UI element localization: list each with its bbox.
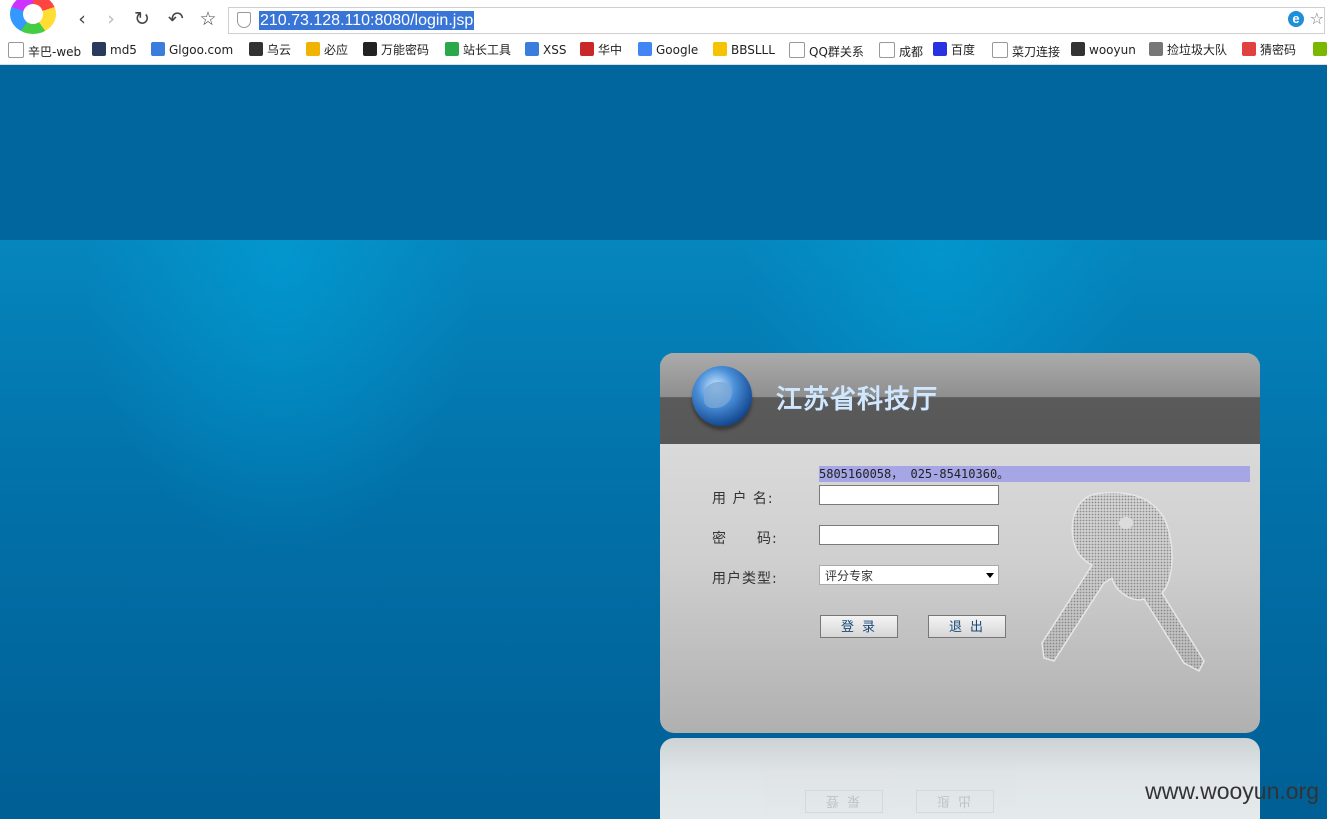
- bookmark-label: 站长工具: [463, 43, 512, 57]
- password-input[interactable]: [819, 525, 999, 545]
- bookmark-0[interactable]: 辛巴-web: [8, 42, 81, 60]
- color-blocks-icon: [1242, 42, 1256, 56]
- bookmark-label: 百度: [951, 43, 976, 57]
- reflection-exit-button: 退出: [916, 790, 994, 813]
- bbs-icon: [713, 42, 727, 56]
- bookmark-16[interactable]: 捡垃圾大队: [1149, 42, 1227, 58]
- bookmark-12[interactable]: 成都: [879, 42, 923, 60]
- wooyun-icon: [1071, 42, 1085, 56]
- favorite-button[interactable]: ☆: [197, 8, 219, 30]
- url-text[interactable]: 210.73.128.110:8080/login.jsp: [259, 11, 475, 30]
- page-icon: [789, 42, 805, 58]
- search-icon: [151, 42, 165, 56]
- bookmark-label: BBSLLL: [731, 43, 775, 57]
- tool-icon: [445, 42, 459, 56]
- usertype-select[interactable]: 评分专家: [819, 565, 999, 585]
- bookmark-label: QQ群关系: [809, 45, 864, 59]
- page-background: 江苏省科技厅 5805160058， 025-85410360。 用 户 名: …: [0, 65, 1327, 819]
- bookmark-13[interactable]: 百度: [933, 42, 975, 58]
- key-icon: [1041, 491, 1205, 673]
- globe-icon: [692, 366, 752, 426]
- site-title: 江苏省科技厅: [776, 385, 939, 415]
- bookmark-label: Google: [656, 43, 699, 57]
- browser-toolbar: ‹ › ↻ ↶ ☆ 210.73.128.110:8080/login.jsp …: [0, 0, 1327, 38]
- bookmark-label: Glgoo.com: [169, 43, 234, 57]
- f-icon: [1313, 42, 1327, 56]
- username-label: 用 户 名:: [712, 491, 774, 507]
- bookmark-label: md5: [110, 43, 137, 57]
- xss-icon: [525, 42, 539, 56]
- login-header: 江苏省科技厅: [660, 353, 1260, 444]
- bookmark-label: 必应: [324, 43, 349, 57]
- usertype-label: 用户类型:: [712, 571, 778, 587]
- browser-logo-icon: [10, 0, 56, 34]
- bookmark-6[interactable]: 站长工具: [445, 42, 511, 58]
- reflection-login-button: 登录: [805, 790, 883, 813]
- dropdown-arrow-icon: [986, 573, 994, 578]
- baidu-icon: [933, 42, 947, 56]
- page-icon: [879, 42, 895, 58]
- page-icon: [8, 42, 24, 58]
- bookmark-10[interactable]: BBSLLL: [713, 42, 775, 58]
- bookmark-1[interactable]: md5: [92, 42, 137, 58]
- bookmarks-bar: 辛巴-web md5 Glgoo.com 乌云 必应 万能密码 站长工具 XSS 华中 Googl…: [0, 38, 1327, 65]
- ie-mode-icon[interactable]: e: [1288, 11, 1304, 27]
- bookmark-label: 万能密码: [381, 43, 430, 57]
- bookmark-label: 成都: [899, 45, 924, 59]
- bookmark-label: 菜刀连接: [1012, 45, 1061, 59]
- bookmark-7[interactable]: XSS: [525, 42, 566, 58]
- watermark-text: www.wooyun.org: [1145, 778, 1319, 804]
- bookmark-11[interactable]: QQ群关系: [789, 42, 864, 60]
- page-top-band: [0, 65, 1327, 240]
- back-button[interactable]: ‹: [71, 8, 93, 30]
- bookmark-label: 捡垃圾大队: [1167, 43, 1228, 57]
- l-icon: [363, 42, 377, 56]
- star-icon: [1149, 42, 1163, 56]
- bookmark-label: 乌云: [267, 43, 292, 57]
- bookmark-star-icon[interactable]: ☆: [1310, 9, 1324, 28]
- hz-icon: [580, 42, 594, 56]
- bookmark-label: 华中: [598, 43, 623, 57]
- login-button[interactable]: 登录: [820, 615, 898, 638]
- bookmark-label: wooyun: [1089, 43, 1136, 57]
- bookmark-label: 猜密码: [1260, 43, 1297, 57]
- bookmark-4[interactable]: 必应: [306, 42, 348, 58]
- bookmark-15[interactable]: wooyun: [1071, 42, 1136, 58]
- page-icon: [992, 42, 1008, 58]
- security-shield-icon: [237, 12, 251, 28]
- username-input[interactable]: [819, 485, 999, 505]
- usertype-selected-value: 评分专家: [825, 569, 874, 583]
- wooyun-icon: [249, 42, 263, 56]
- bookmark-14[interactable]: 菜刀连接: [992, 42, 1060, 60]
- bookmark-label: XSS: [543, 43, 567, 57]
- reload-button[interactable]: ↻: [131, 8, 153, 30]
- bookmark-8[interactable]: 华中: [580, 42, 622, 58]
- bookmark-17[interactable]: 猜密码: [1242, 42, 1296, 58]
- undo-close-tab-button[interactable]: ↶: [165, 8, 187, 30]
- google-icon: [638, 42, 652, 56]
- bookmark-label: 辛巴-web: [28, 45, 82, 59]
- login-panel: 江苏省科技厅 5805160058， 025-85410360。 用 户 名: …: [660, 353, 1260, 733]
- bookmark-5[interactable]: 万能密码: [363, 42, 429, 58]
- forward-button[interactable]: ›: [100, 8, 122, 30]
- bookmark-3[interactable]: 乌云: [249, 42, 291, 58]
- exit-button[interactable]: 退出: [928, 615, 1006, 638]
- bookmark-18[interactable]: F: [1313, 42, 1327, 58]
- bookmark-9[interactable]: Google: [638, 42, 698, 58]
- selected-notice-text: 5805160058， 025-85410360。: [819, 466, 1250, 482]
- grid-icon: [92, 42, 106, 56]
- bing-icon: [306, 42, 320, 56]
- password-label: 密 码:: [712, 531, 778, 547]
- address-bar[interactable]: 210.73.128.110:8080/login.jsp e ☆: [228, 7, 1325, 34]
- bookmark-2[interactable]: Glgoo.com: [151, 42, 233, 58]
